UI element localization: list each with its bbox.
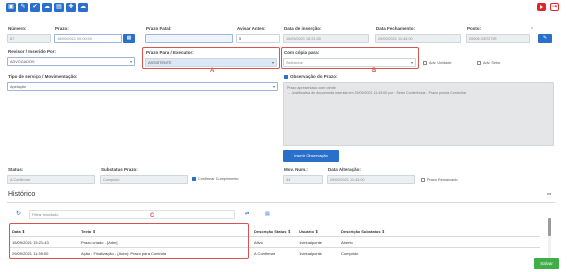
avisar-label: Avisar Antes:: [237, 26, 266, 31]
mov-num-label: Mov. Num.:: [284, 167, 308, 172]
prazo-fatal-label: Prazo Fatal:: [146, 26, 172, 31]
youtube-icon[interactable]: [537, 3, 546, 11]
export-icon[interactable]: ⇄: [245, 211, 249, 217]
numero-label: Número:: [8, 26, 27, 31]
com-copia-placeholder: Selecione: [286, 61, 303, 65]
table-cell: 1virtualponte: [299, 240, 322, 245]
tipo-servico-select[interactable]: Apelação ▾: [7, 82, 278, 91]
substatus-label: Substatus Prazo:: [101, 167, 138, 172]
table-cell: A Confirmar: [254, 251, 276, 256]
annotation-a-label: A: [210, 68, 215, 74]
posto-label: Posto:: [467, 26, 481, 31]
more-options-icon[interactable]: •••: [547, 191, 551, 196]
data-insercao-field: 15/09/2021 15:21:00: [283, 34, 369, 43]
confirmar-checkbox[interactable]: [192, 177, 196, 181]
table-cell: 1virtualponte: [299, 251, 322, 256]
scrollbar[interactable]: [548, 218, 551, 260]
table-cell: Ativo: [254, 240, 263, 245]
posto-close-icon[interactable]: ×: [531, 25, 533, 30]
adv-unidade-label: Adv. Unidade: [429, 61, 452, 65]
inserir-observacao-button[interactable]: Inserir Observação: [283, 150, 339, 162]
refresh-icon[interactable]: ↻: [16, 210, 21, 217]
data-insercao-label: Data de inserção:: [284, 26, 322, 31]
cloud-icon[interactable]: ☁: [42, 3, 52, 12]
observacao-label: Observação do Prazo:: [290, 74, 338, 79]
observacao-line: Prazo apresentado com ciente: [287, 86, 336, 90]
adv-setor-checkbox[interactable]: [477, 61, 481, 65]
check-icon[interactable]: ✔: [30, 3, 40, 12]
document-icon[interactable]: ▤: [54, 3, 64, 12]
annotation-b-label: B: [372, 68, 377, 74]
table-cell: Cumprido: [341, 251, 359, 256]
prazo-para-value: ASSISTENTE: [148, 61, 172, 65]
data-alteracao-field: 29/09/2021 11:43:00: [327, 175, 415, 184]
new-document-icon[interactable]: ✚: [66, 3, 76, 12]
avisar-field[interactable]: 5: [236, 34, 280, 43]
revisor-select[interactable]: ADVOGADOS ▾: [7, 57, 135, 66]
posto-field: 00006 GESTOR: [466, 34, 530, 43]
tipo-servico-value: Apelação: [10, 85, 26, 89]
adv-unidade-checkbox[interactable]: [423, 61, 427, 65]
prazo-remarcado-checkbox[interactable]: [421, 178, 425, 182]
prazo-label: Prazo:: [55, 26, 69, 31]
prazo-para-label: Prazo Para / Executor:: [146, 50, 194, 55]
edit-icon[interactable]: ✎: [18, 3, 28, 12]
cloud-upload-icon[interactable]: ☁: [78, 3, 88, 12]
historico-title: Histórico: [8, 191, 36, 198]
chevron-down-icon: ▾: [272, 84, 275, 89]
chevron-down-icon: ▾: [410, 60, 413, 65]
filter-input[interactable]: Filtrar resultado: [29, 210, 235, 219]
data-alteracao-label: Data Alteração:: [328, 167, 361, 172]
revisor-label: Revisor / Inserido Por:: [8, 49, 57, 54]
prazo-para-select[interactable]: ASSISTENTE ▾: [145, 58, 277, 67]
divider: [7, 202, 555, 203]
prazo-remarcado-label: Prazo Remarcado: [427, 178, 458, 182]
observacao-checkbox[interactable]: [284, 75, 288, 79]
data-fechamento-label: Data Fechamento:: [376, 26, 416, 31]
exit-icon[interactable]: ⇥: [550, 3, 559, 11]
column-header-descricao-substatus[interactable]: Descrição Substatus ⇕: [341, 229, 385, 234]
substatus-field: Cumprido: [100, 175, 188, 184]
mov-num-field: 34: [283, 175, 323, 184]
chevron-down-icon: ▾: [129, 59, 132, 64]
column-header-descricao-status[interactable]: Descrição Status ⇕: [254, 229, 291, 234]
column-header-usuario[interactable]: Usuário ⇕: [299, 229, 318, 234]
scrollbar-thumb[interactable]: [548, 218, 551, 236]
observacao-line: → Justificativa de docuemnta inserida em…: [287, 91, 466, 95]
save-icon[interactable]: ▣: [6, 3, 16, 12]
numero-field: 67: [7, 34, 51, 43]
status-label: Status:: [8, 167, 24, 172]
prazo-field[interactable]: 15/09/2021 00:00:00: [54, 34, 122, 43]
revisor-value: ADVOGADOS: [10, 60, 35, 64]
print-icon[interactable]: ▤: [265, 211, 270, 217]
adv-setor-label: Adv. Setor: [483, 61, 501, 65]
status-field: A Confirmar: [7, 175, 95, 184]
tipo-servico-label: Tipo de serviço / Movimentação:: [8, 74, 78, 79]
observacao-textarea[interactable]: Prazo apresentado com ciente → Justifica…: [283, 82, 554, 146]
prazo-fatal-field[interactable]: [145, 34, 233, 43]
data-fechamento-field: 29/09/2021 11:43:00: [375, 34, 461, 43]
calendar-icon[interactable]: ▦: [123, 34, 135, 43]
com-copia-label: Com cópia para:: [284, 50, 320, 55]
salvar-button[interactable]: Salvar: [534, 258, 559, 269]
chevron-down-icon: ▾: [271, 60, 274, 65]
annotation-box-c: [9, 223, 249, 259]
annotation-c-label: C: [150, 213, 155, 219]
table-cell: Aberto: [341, 240, 353, 245]
com-copia-select[interactable]: Selecione ▾: [283, 58, 416, 67]
confirmar-label: Confirmar Cumprimento: [198, 177, 239, 181]
edit-posto-icon[interactable]: ✎: [538, 34, 552, 43]
